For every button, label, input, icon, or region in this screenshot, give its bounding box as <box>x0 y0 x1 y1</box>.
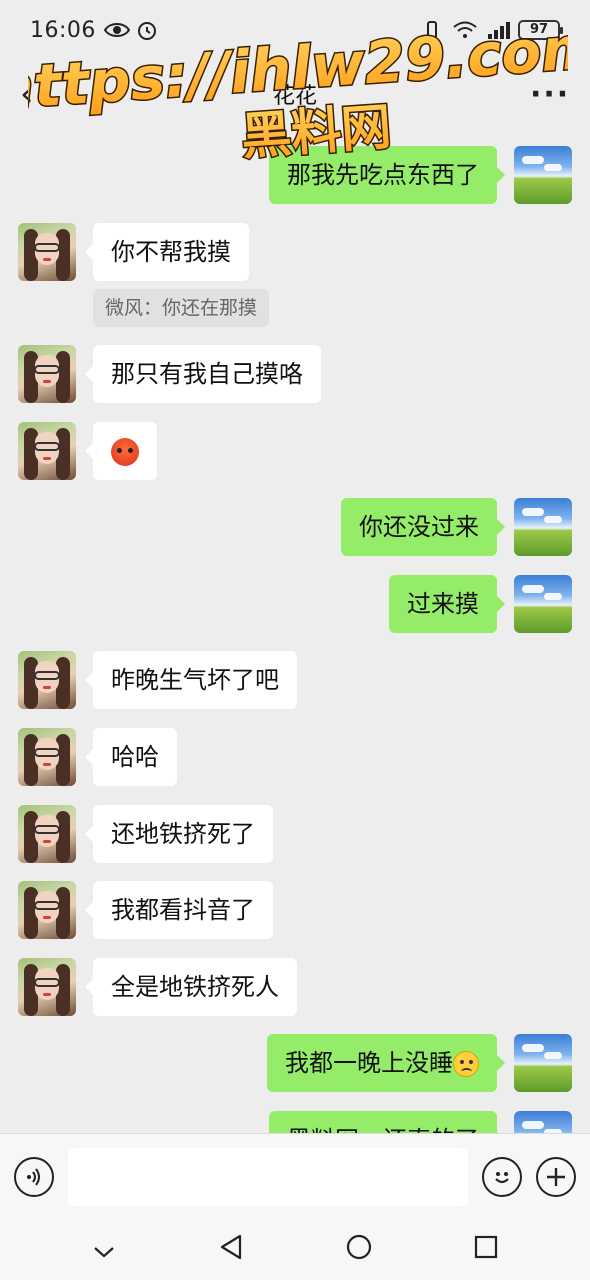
more-dots-icon[interactable]: ··· <box>530 77 570 112</box>
message-bubble[interactable]: 那只有我自己摸咯 <box>85 345 321 403</box>
message-input[interactable] <box>68 1148 468 1206</box>
my-avatar[interactable] <box>514 1111 572 1133</box>
contact-avatar[interactable] <box>18 881 76 939</box>
message-bubble[interactable]: 你还没过来 <box>341 498 505 556</box>
plus-icon[interactable] <box>536 1157 576 1197</box>
contact-avatar[interactable] <box>18 805 76 863</box>
quoted-reply[interactable]: 微风：你还在那摸 <box>93 289 270 327</box>
eye-icon <box>103 23 130 37</box>
contact-avatar[interactable] <box>18 958 76 1016</box>
voice-icon[interactable] <box>14 1157 54 1197</box>
nav-home-icon[interactable] <box>329 1233 389 1268</box>
system-nav-bar <box>0 1220 590 1280</box>
message-bubble[interactable]: 哈哈 <box>85 728 177 786</box>
my-avatar[interactable] <box>514 146 572 204</box>
contact-avatar[interactable] <box>18 345 76 403</box>
chevron-down-icon[interactable] <box>74 1234 134 1267</box>
message-text: 我都一晚上没睡 <box>285 1049 453 1077</box>
message-bubble[interactable]: 全是地铁挤死人 <box>85 958 297 1016</box>
battery-icon: 97 <box>518 20 563 40</box>
message-bubble[interactable]: 我都一晚上没睡 <box>267 1034 505 1092</box>
nav-recent-icon[interactable] <box>456 1234 516 1267</box>
message-bubble[interactable]: 我都看抖音了 <box>85 881 273 939</box>
message-bubble[interactable]: 黑料网，还真的了 <box>269 1111 505 1133</box>
message-bubble[interactable]: 你不帮我摸 <box>85 223 249 281</box>
message-bubble[interactable]: 那我先吃点东西了 <box>269 146 505 204</box>
contact-avatar[interactable] <box>18 651 76 709</box>
my-avatar[interactable] <box>514 575 572 633</box>
chat-header: ‹ 花花 ··· <box>0 60 590 128</box>
chat-screen: 16:06 97 ‹ 花花 ··· https://ihlw29.com 黑料网… <box>0 0 590 1280</box>
status-time: 16:06 <box>30 17 96 43</box>
sad-face-emoji <box>453 1051 479 1077</box>
message-bubble[interactable]: 昨晚生气坏了吧 <box>85 651 297 709</box>
message-bubble[interactable]: 还地铁挤死了 <box>85 805 273 863</box>
nav-back-icon[interactable] <box>201 1233 261 1268</box>
back-arrow-icon[interactable]: ‹ <box>20 74 60 114</box>
wifi-icon <box>453 21 477 38</box>
chat-title: 花花 <box>272 84 317 109</box>
message-bubble[interactable]: 过来摸 <box>389 575 505 633</box>
status-bar: 16:06 97 <box>0 0 590 60</box>
signal-icon <box>488 22 510 39</box>
vibrate-icon <box>427 21 437 39</box>
contact-avatar[interactable] <box>18 728 76 786</box>
my-avatar[interactable] <box>514 498 572 556</box>
message-list: 那我先吃点东西了 你不帮我摸 微风：你还在那摸 那只有我自己摸咯 你还没过来 过… <box>0 130 590 1133</box>
my-avatar[interactable] <box>514 1034 572 1092</box>
contact-avatar[interactable] <box>18 422 76 480</box>
contact-avatar[interactable] <box>18 223 76 281</box>
angry-face-emoji <box>111 438 139 466</box>
alarm-icon <box>137 22 156 40</box>
emoji-icon[interactable] <box>482 1157 522 1197</box>
message-bubble[interactable] <box>85 422 157 480</box>
input-bar <box>0 1133 590 1220</box>
